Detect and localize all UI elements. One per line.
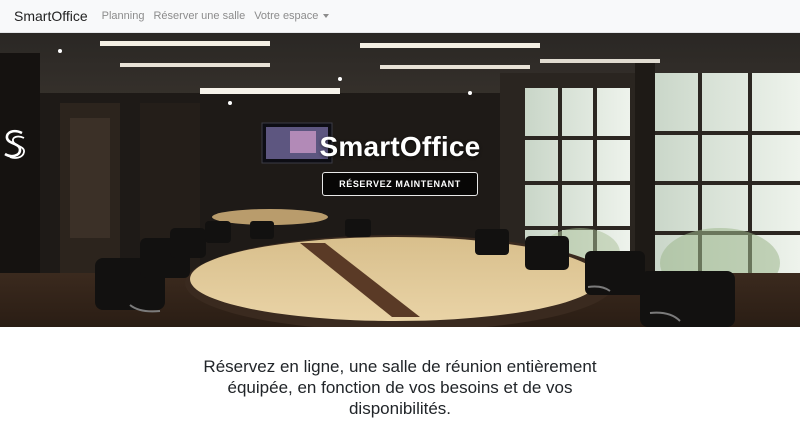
hero-title: SmartOffice [319, 131, 481, 162]
nav-dropdown-label: Votre espace [254, 10, 319, 22]
smartoffice-s-logo-icon [4, 129, 25, 159]
intro-line-2: équipée, en fonction de vos besoins et d… [227, 378, 573, 397]
nav-dropdown-votre-espace[interactable]: Votre espace [254, 10, 330, 22]
hero-content: SmartOffice RÉSERVEZ MAINTENANT [0, 129, 800, 196]
intro-line-3: disponibilités. [348, 399, 452, 418]
caret-down-icon [323, 14, 330, 18]
intro-line-1: Réservez en ligne, une salle de réunion … [203, 357, 597, 376]
reserve-now-button[interactable]: RÉSERVEZ MAINTENANT [322, 172, 478, 196]
nav-link-reserver-salle[interactable]: Réserver une salle [153, 10, 245, 22]
navbar: SmartOffice Planning Réserver une salle … [0, 0, 800, 33]
intro-text: Réservez en ligne, une salle de réunion … [0, 356, 800, 419]
nav-link-planning[interactable]: Planning [102, 10, 145, 22]
hero-banner: SmartOffice RÉSERVEZ MAINTENANT [0, 33, 800, 327]
navbar-brand[interactable]: SmartOffice [14, 8, 88, 24]
